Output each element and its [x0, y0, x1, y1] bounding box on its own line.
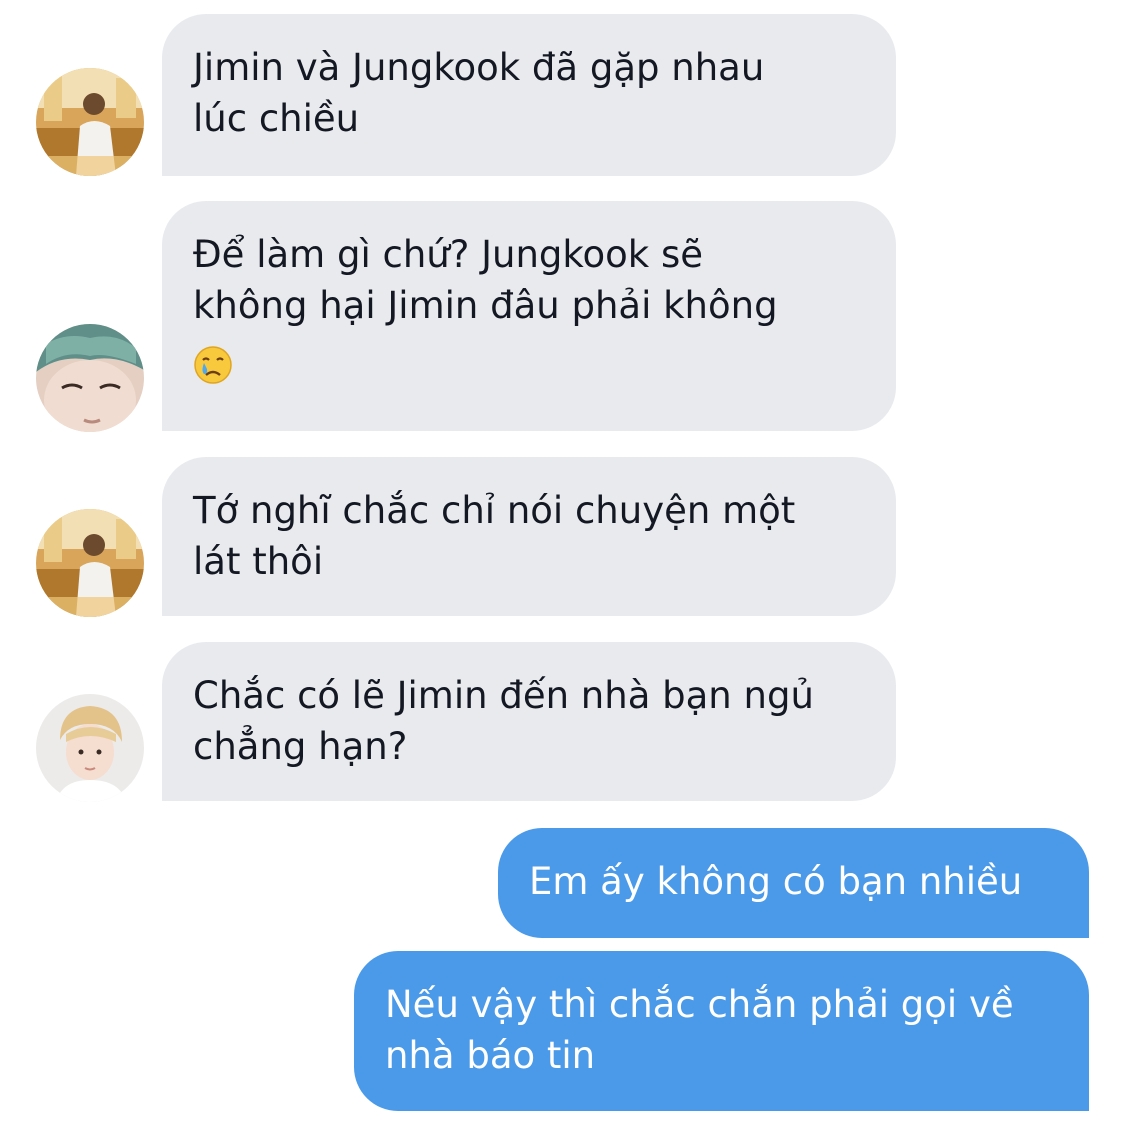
- avatar-photo: [36, 68, 144, 176]
- message-text: nhà báo tin: [385, 1034, 596, 1077]
- message-bubble-outgoing[interactable]: Nếu vậy thì chắc chắn phải gọi về nhà bá…: [354, 951, 1089, 1111]
- message-text: không hại Jimin đâu phải không: [193, 284, 778, 327]
- message-text: Tớ nghĩ chắc chỉ nói chuyện một: [193, 489, 796, 532]
- message-thread: Jimin và Jungkook đã gặp nhau lúc chiều …: [0, 0, 1125, 1126]
- message-bubble-incoming[interactable]: Tớ nghĩ chắc chỉ nói chuyện một lát thôi: [162, 457, 896, 616]
- message-text: Để làm gì chứ? Jungkook sẽ: [193, 233, 704, 276]
- message-bubble-incoming[interactable]: Để làm gì chứ? Jungkook sẽ không hại Jim…: [162, 201, 896, 431]
- message-text: lát thôi: [193, 540, 324, 583]
- avatar[interactable]: [36, 694, 144, 802]
- avatar[interactable]: [36, 509, 144, 617]
- avatar[interactable]: [36, 324, 144, 432]
- avatar[interactable]: [36, 68, 144, 176]
- message-bubble-outgoing[interactable]: Em ấy không có bạn nhiều: [498, 828, 1089, 938]
- avatar-photo: [36, 324, 144, 432]
- avatar-photo: [36, 694, 144, 802]
- message-text: Chắc có lẽ Jimin đến nhà bạn ngủ: [193, 674, 814, 717]
- message-text: lúc chiều: [193, 97, 360, 140]
- message-text: Em ấy không có bạn nhiều: [529, 860, 1023, 903]
- crying-face-emoji-icon: [193, 345, 233, 385]
- message-bubble-incoming[interactable]: Jimin và Jungkook đã gặp nhau lúc chiều: [162, 14, 896, 176]
- message-text: Jimin và Jungkook đã gặp nhau: [193, 46, 765, 89]
- message-text: Nếu vậy thì chắc chắn phải gọi về: [385, 983, 1014, 1026]
- message-text: chẳng hạn?: [193, 725, 408, 768]
- message-bubble-incoming[interactable]: Chắc có lẽ Jimin đến nhà bạn ngủ chẳng h…: [162, 642, 896, 801]
- avatar-photo: [36, 509, 144, 617]
